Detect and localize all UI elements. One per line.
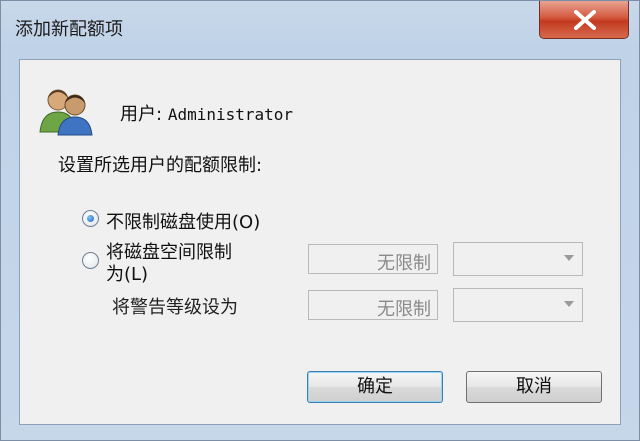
- close-button[interactable]: [539, 1, 629, 39]
- user-label: 用户: Administrator: [120, 100, 293, 126]
- dialog-window: 添加新配额项 用户: Administrator 设置所选用户的配额限制: 不限…: [0, 0, 640, 441]
- cancel-button[interactable]: 取消: [466, 371, 602, 403]
- no-limit-radio[interactable]: [82, 210, 99, 227]
- disk-limit-field[interactable]: 无限制: [308, 244, 438, 274]
- ok-button[interactable]: 确定: [307, 371, 443, 403]
- user-label-prefix: 用户:: [120, 104, 163, 125]
- close-icon: [574, 10, 596, 30]
- chevron-down-icon: [564, 301, 574, 307]
- title-bar[interactable]: 添加新配额项: [1, 1, 639, 53]
- radio-selected-dot: [87, 215, 94, 222]
- warning-level-field[interactable]: 无限制: [308, 290, 438, 320]
- warning-level-label: 将警告等级设为: [112, 297, 238, 318]
- limit-disk-label-line2[interactable]: 为(L): [106, 260, 148, 286]
- dialog-body: 用户: Administrator 设置所选用户的配额限制: 不限制磁盘使用(O…: [19, 59, 621, 425]
- disk-limit-unit-select[interactable]: [453, 242, 583, 276]
- quota-prompt: 设置所选用户的配额限制:: [58, 155, 263, 176]
- chevron-down-icon: [564, 255, 574, 261]
- limit-disk-radio[interactable]: [82, 252, 99, 269]
- window-title: 添加新配额项: [15, 19, 123, 40]
- warning-level-unit-select[interactable]: [453, 288, 583, 322]
- no-limit-label[interactable]: 不限制磁盘使用(O): [106, 208, 260, 234]
- users-icon: [39, 89, 93, 136]
- user-name: Administrator: [167, 105, 294, 124]
